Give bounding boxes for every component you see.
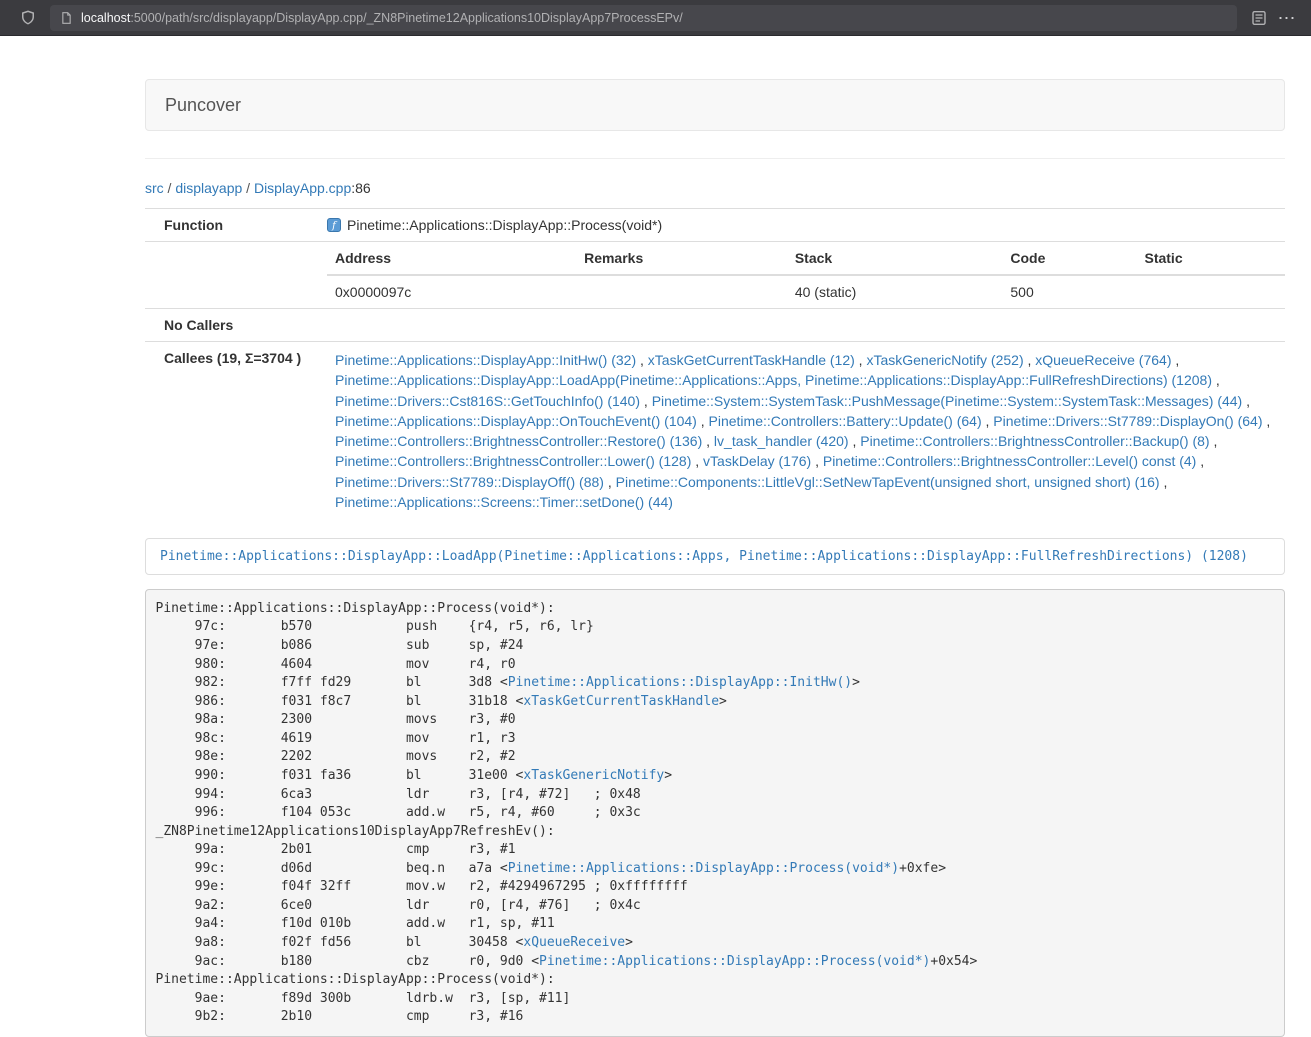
metrics-header-row: Address Remarks Stack Code Static: [327, 242, 1285, 275]
url-bar[interactable]: localhost:5000/path/src/displayapp/Displ…: [50, 5, 1237, 31]
callee-link[interactable]: xTaskGetCurrentTaskHandle (12): [648, 352, 855, 368]
browser-chrome: localhost:5000/path/src/displayapp/Displ…: [0, 0, 1311, 36]
asm-symbol-link[interactable]: xTaskGetCurrentTaskHandle: [523, 694, 719, 709]
callee-link[interactable]: Pinetime::Applications::DisplayApp::Load…: [335, 372, 1212, 388]
callee-link[interactable]: Pinetime::Drivers::Cst816S::GetTouchInfo…: [335, 393, 640, 409]
url-text: localhost:5000/path/src/displayapp/Displ…: [81, 11, 683, 25]
callee-link[interactable]: Pinetime::Controllers::BrightnessControl…: [860, 433, 1209, 449]
asm-symbol-link[interactable]: Pinetime::Applications::DisplayApp::Proc…: [508, 861, 899, 876]
column-remarks: Remarks: [576, 242, 787, 275]
function-detail-table: Function f Pinetime::Applications::Displ…: [145, 208, 1285, 520]
callee-link[interactable]: Pinetime::Controllers::BrightnessControl…: [823, 453, 1196, 469]
callee-link[interactable]: xTaskGenericNotify (252): [866, 352, 1023, 368]
function-row: Function f Pinetime::Applications::Displ…: [145, 209, 1285, 242]
address-cell: 0x0000097c: [327, 275, 576, 308]
callee-link[interactable]: Pinetime::System::SystemTask::PushMessag…: [652, 393, 1243, 409]
static-cell: [1136, 275, 1285, 308]
asm-symbol-link[interactable]: Pinetime::Applications::DisplayApp::Init…: [508, 675, 852, 690]
url-path: :5000/path/src/displayapp/DisplayApp.cpp…: [130, 11, 682, 25]
callee-link[interactable]: Pinetime::Components::LittleVgl::SetNewT…: [616, 474, 1160, 490]
page-actions-menu-icon[interactable]: ⋯: [1273, 5, 1301, 31]
breadcrumb-link-file[interactable]: DisplayApp.cpp: [254, 180, 351, 196]
no-callers-row: No Callers: [145, 309, 1285, 342]
function-icon: f: [327, 218, 341, 232]
callee-link[interactable]: xQueueReceive (764): [1035, 352, 1171, 368]
column-address: Address: [327, 242, 576, 275]
breadcrumb-separator: /: [164, 180, 176, 196]
code-cell: 500: [1002, 275, 1136, 308]
asm-symbol-link[interactable]: xQueueReceive: [523, 935, 625, 950]
function-name: Pinetime::Applications::DisplayApp::Proc…: [347, 217, 662, 233]
breadcrumb-line-number: :86: [351, 180, 370, 196]
function-label: Function: [145, 209, 327, 242]
table-row: 0x0000097c 40 (static) 500: [327, 275, 1285, 308]
callee-link[interactable]: Pinetime::Controllers::BrightnessControl…: [335, 433, 702, 449]
breadcrumb-separator: /: [242, 180, 254, 196]
shield-icon[interactable]: [14, 5, 42, 31]
breadcrumb-link-displayapp[interactable]: displayapp: [175, 180, 242, 196]
callee-link[interactable]: Pinetime::Applications::Screens::Timer::…: [335, 494, 673, 510]
breadcrumb: src / displayapp / DisplayApp.cpp:86: [145, 180, 1285, 196]
divider: [145, 158, 1285, 159]
callee-link[interactable]: Pinetime::Applications::DisplayApp::Init…: [335, 352, 636, 368]
breadcrumb-link-src[interactable]: src: [145, 180, 164, 196]
column-code: Code: [1002, 242, 1136, 275]
callee-link[interactable]: vTaskDelay (176): [703, 453, 811, 469]
reader-mode-icon[interactable]: [1245, 5, 1273, 31]
callees-list: Pinetime::Applications::DisplayApp::Init…: [335, 350, 1277, 512]
callees-row: Callees (19, Σ=3704 ) Pinetime::Applicat…: [145, 342, 1285, 521]
page-icon[interactable]: [60, 11, 73, 25]
app-header: Puncover: [145, 79, 1285, 131]
callee-link[interactable]: Pinetime::Drivers::St7789::DisplayOn() (…: [993, 413, 1262, 429]
ellipsis-glyph: ⋯: [1278, 9, 1297, 27]
asm-symbol-link[interactable]: xTaskGenericNotify: [523, 768, 664, 783]
no-callers-label: No Callers: [145, 309, 327, 342]
url-host: localhost: [81, 11, 130, 25]
details-label-empty: [145, 242, 327, 309]
details-row: Address Remarks Stack Code Static 0x0000…: [145, 242, 1285, 309]
column-stack: Stack: [787, 242, 1003, 275]
callee-link[interactable]: Pinetime::Controllers::Battery::Update()…: [709, 413, 982, 429]
stack-cell: 40 (static): [787, 275, 1003, 308]
callee-link[interactable]: Pinetime::Drivers::St7789::DisplayOff() …: [335, 474, 604, 490]
column-static: Static: [1136, 242, 1285, 275]
callee-link[interactable]: Pinetime::Controllers::BrightnessControl…: [335, 453, 691, 469]
app-title[interactable]: Puncover: [165, 95, 241, 116]
highlighted-callee-link[interactable]: Pinetime::Applications::DisplayApp::Load…: [145, 538, 1285, 575]
disassembly: Pinetime::Applications::DisplayApp::Proc…: [145, 589, 1285, 1037]
callee-link[interactable]: lv_task_handler (420): [714, 433, 849, 449]
callees-label: Callees (19, Σ=3704 ): [145, 342, 327, 521]
metrics-table: Address Remarks Stack Code Static 0x0000…: [327, 242, 1285, 308]
callee-link[interactable]: Pinetime::Applications::DisplayApp::OnTo…: [335, 413, 697, 429]
asm-symbol-link[interactable]: Pinetime::Applications::DisplayApp::Proc…: [539, 954, 930, 969]
page-container: Puncover src / displayapp / DisplayApp.c…: [145, 79, 1285, 1037]
remarks-cell: [576, 275, 787, 308]
